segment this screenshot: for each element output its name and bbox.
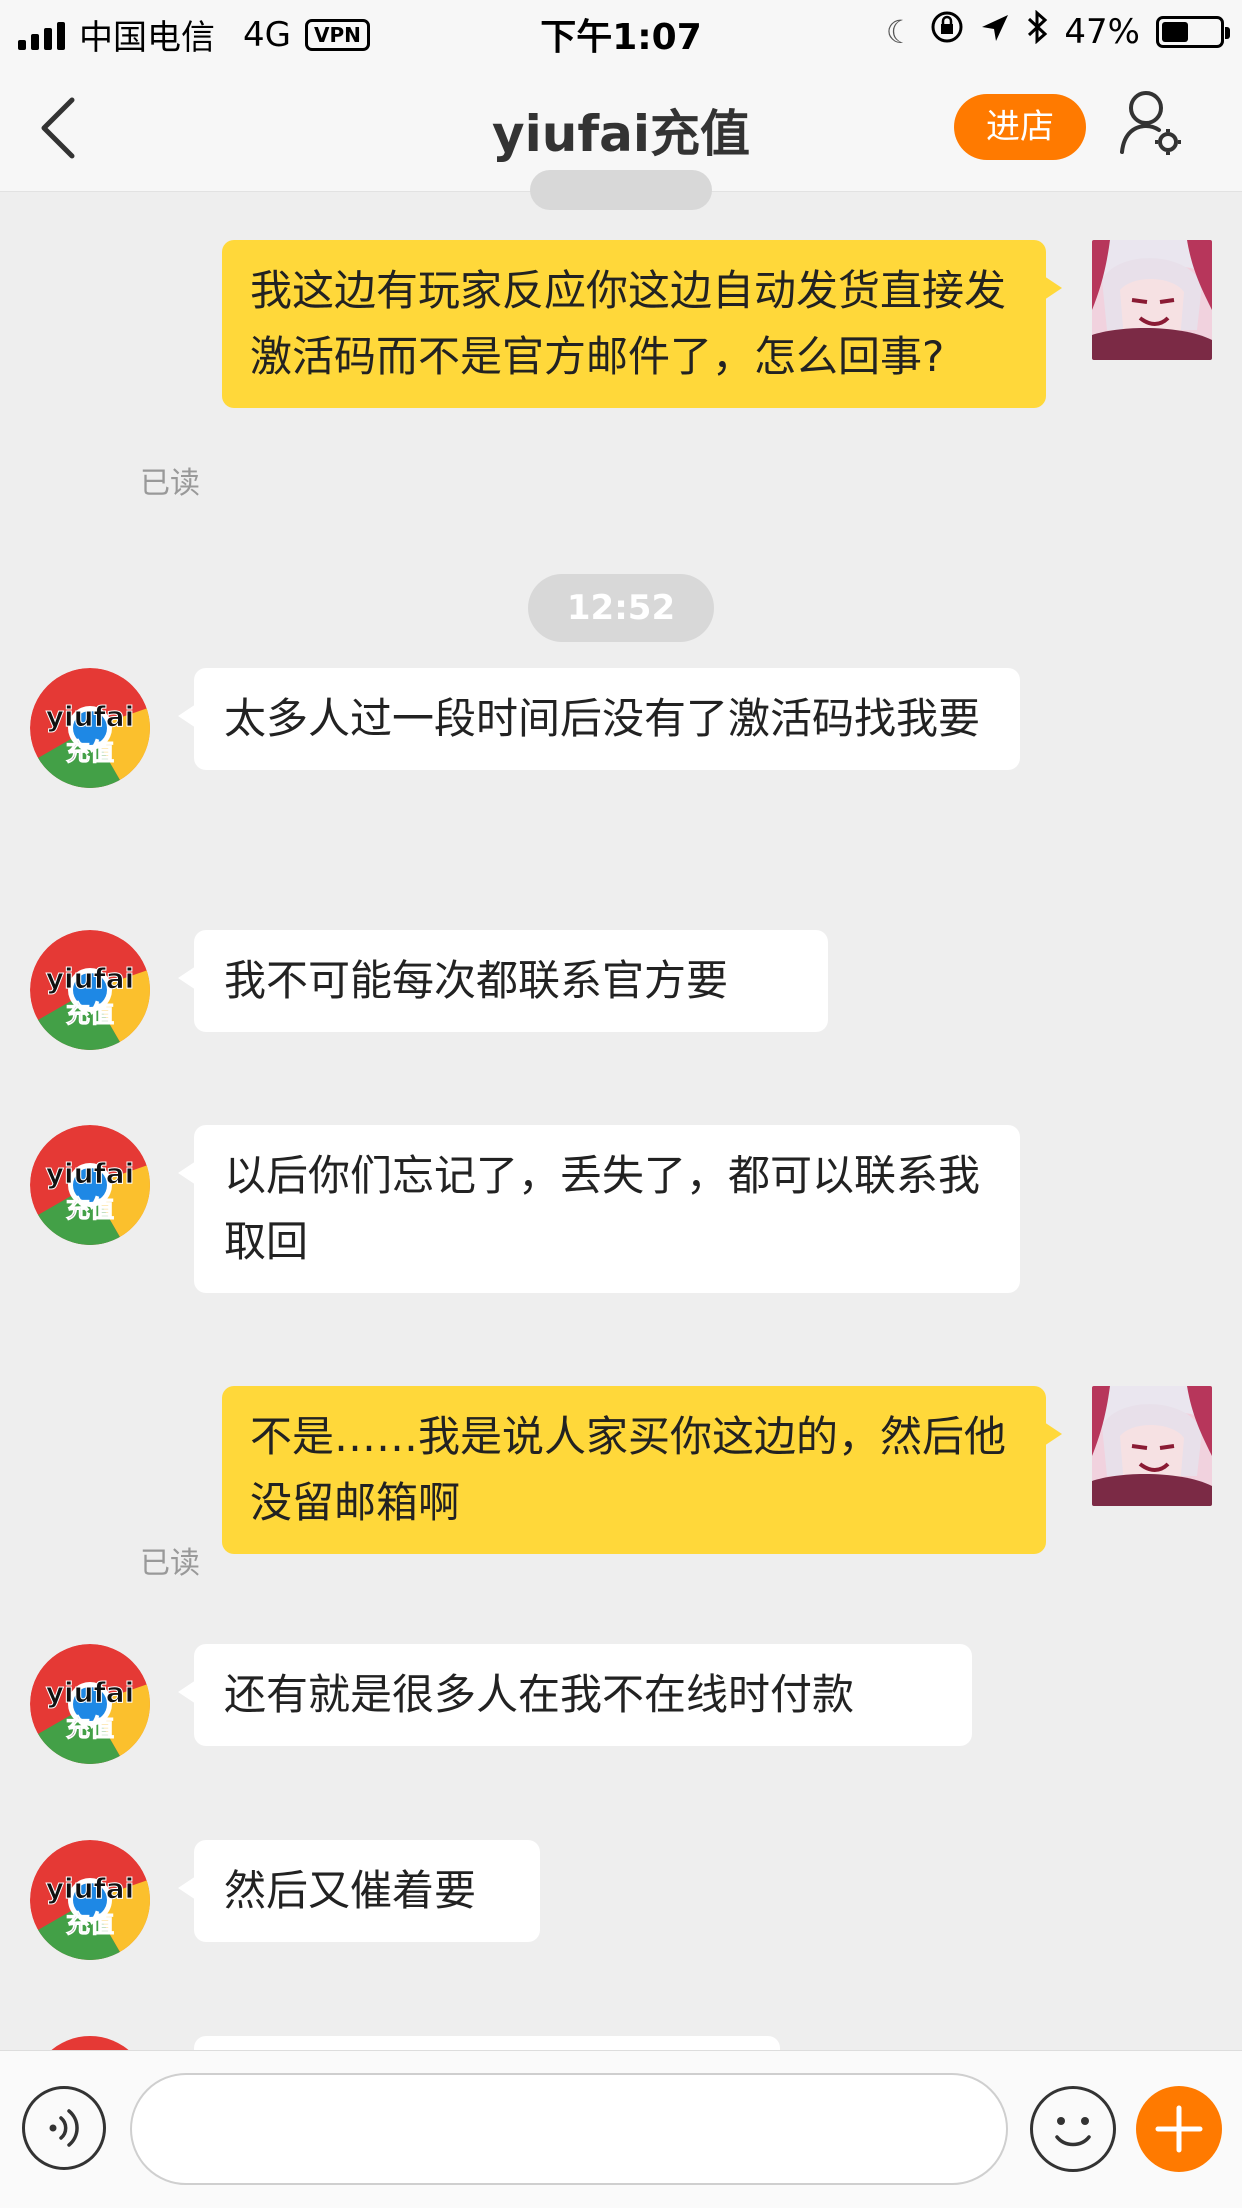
time-divider: 12:52 (528, 574, 714, 642)
incoming-message[interactable]: 还有就是很多人在我不在线时付款 (178, 1644, 972, 1746)
shop-avatar[interactable]: yiufai 充值 (30, 930, 150, 1050)
shop-avatar[interactable]: yiufai 充值 (30, 1644, 150, 1764)
read-status: 已读 (140, 1546, 200, 1581)
bluetooth-icon (1026, 9, 1048, 53)
enter-shop-button[interactable]: 进店 (954, 94, 1086, 160)
orientation-lock-icon (930, 10, 964, 53)
shop-avatar[interactable]: yiufai 充值 (30, 668, 150, 788)
moon-icon: ☾ (885, 12, 915, 51)
incoming-message[interactable]: 太多人过一段时间后没有了激活码找我要 (178, 668, 1020, 770)
read-status: 已读 (140, 466, 200, 501)
smiley-icon (1055, 2117, 1091, 2147)
shop-avatar[interactable]: yiufai 充值 (30, 1125, 150, 1245)
incoming-message[interactable]: 以后你们忘记了，丢失了，都可以联系我取回 (178, 1125, 1020, 1293)
chat-screen: 中国电信 4G VPN 下午1:07 ☾ 47% yiufai 充值 进店 我这边… (0, 0, 1242, 2208)
plus-icon (1155, 2105, 1203, 2153)
user-gear-icon (1120, 91, 1181, 155)
shop-avatar[interactable]: yiufai 充值 (30, 1840, 150, 1960)
svg-text:yiufai: yiufai (46, 962, 134, 995)
voice-button[interactable] (22, 2086, 106, 2170)
outgoing-message[interactable]: 我这边有玩家反应你这边自动发货直接发激活码而不是官方邮件了，怎么回事? (222, 240, 1062, 408)
time-divider-partial (530, 170, 712, 210)
emoji-button[interactable] (1030, 2086, 1116, 2172)
svg-text:yiufai: yiufai (46, 1676, 134, 1709)
incoming-message[interactable]: 然后又催着要 (178, 1840, 540, 1942)
battery-percent: 47% (1064, 11, 1140, 52)
status-bar: 中国电信 4G VPN 下午1:07 ☾ 47% (0, 0, 1242, 64)
more-actions-button[interactable] (1136, 2086, 1222, 2172)
my-avatar[interactable] (1092, 1386, 1212, 1506)
outgoing-message[interactable]: 不是……我是说人家买你这边的，然后他没留邮箱啊 (222, 1386, 1062, 1554)
svg-text:充值: 充值 (66, 1195, 114, 1223)
svg-text:yiufai: yiufai (46, 700, 134, 733)
user-settings-button[interactable] (1118, 86, 1184, 162)
svg-text:充值: 充值 (66, 738, 114, 766)
battery-icon (1156, 15, 1230, 48)
message-input[interactable] (130, 2073, 1008, 2185)
input-bar (0, 2050, 1242, 2208)
location-icon (980, 12, 1010, 52)
svg-text:yiufai: yiufai (46, 1157, 134, 1190)
incoming-message[interactable]: 我不可能每次都联系官方要 (178, 930, 828, 1032)
voice-icon (49, 2109, 79, 2147)
svg-text:充值: 充值 (66, 1714, 114, 1742)
my-avatar[interactable] (1092, 240, 1212, 360)
svg-text:充值: 充值 (66, 1910, 114, 1938)
svg-text:充值: 充值 (66, 1000, 114, 1028)
svg-text:yiufai: yiufai (46, 1872, 134, 1905)
